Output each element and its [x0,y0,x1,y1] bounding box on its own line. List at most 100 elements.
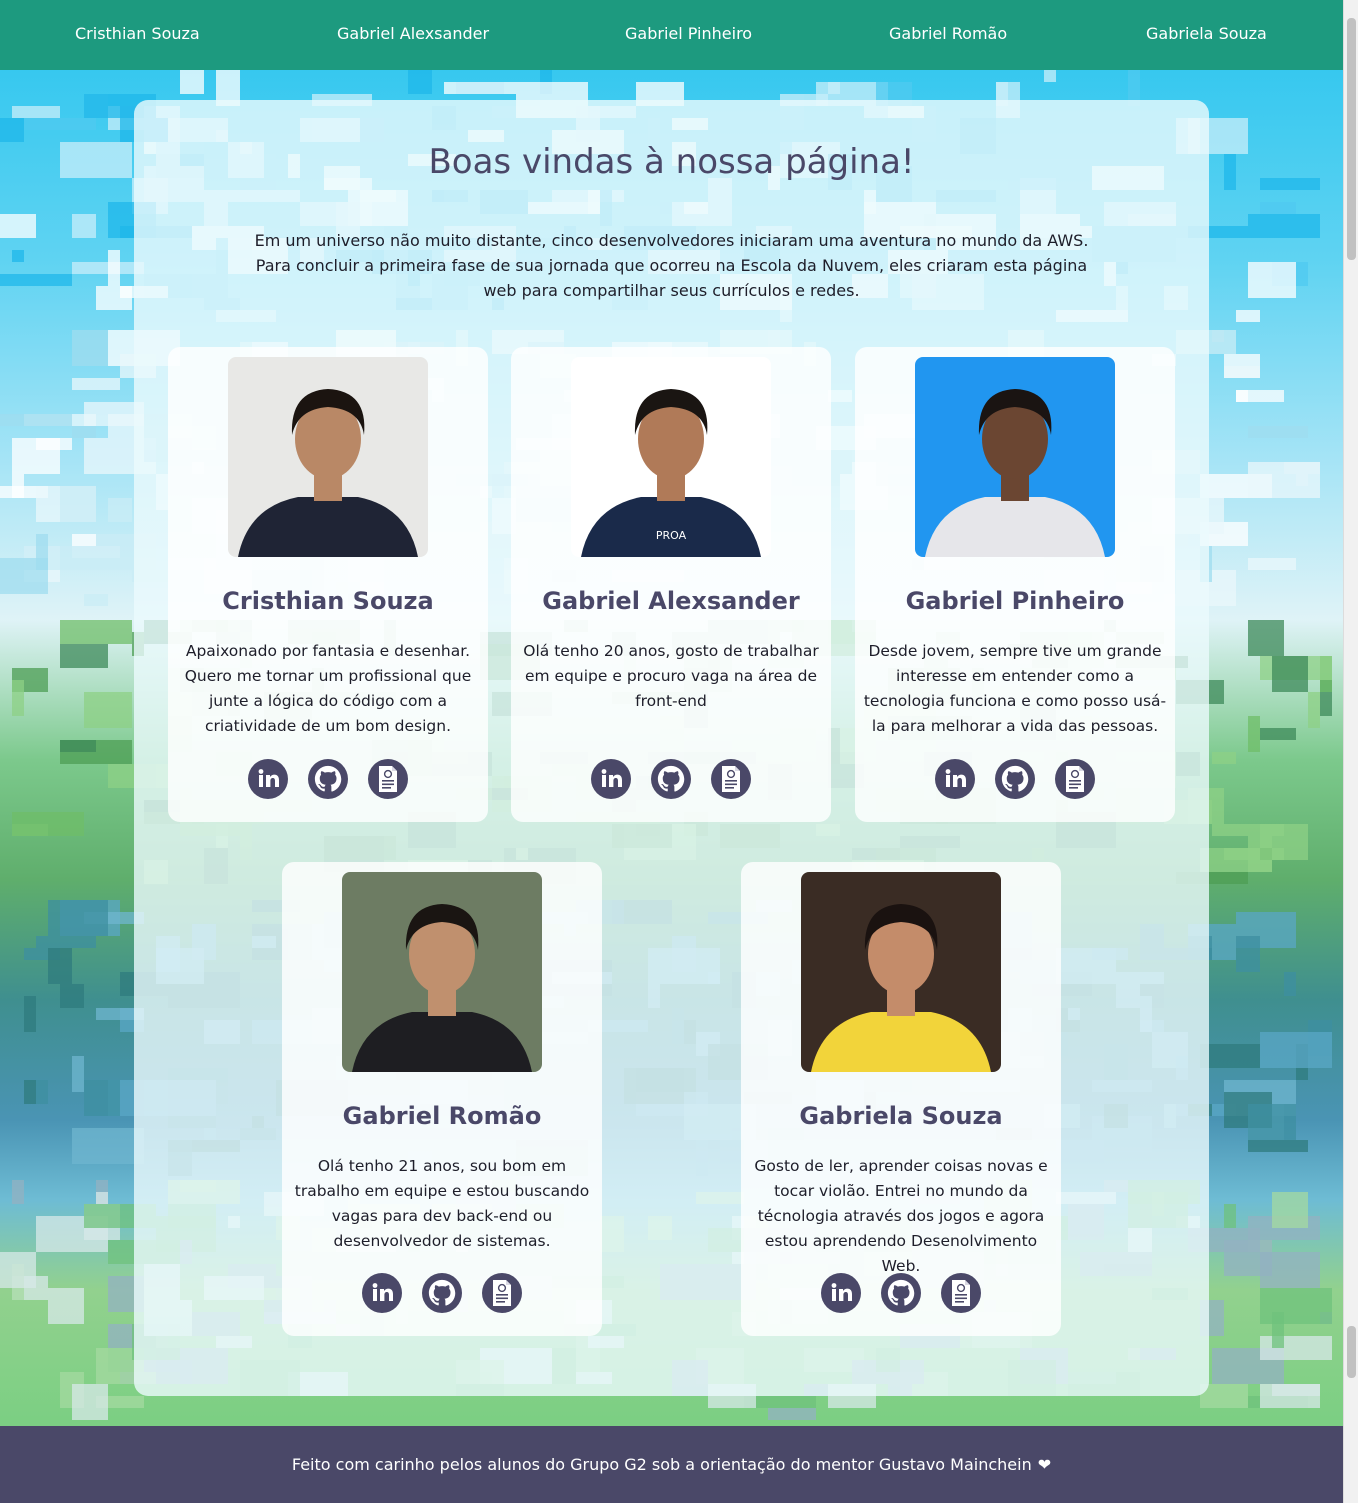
page-scrollbar[interactable] [1343,0,1358,1503]
pixel-block [1200,1044,1260,1068]
pixel-block [72,214,96,238]
linkedin-icon [255,766,281,792]
github-link[interactable] [881,1273,921,1313]
linkedin-icon [369,1280,395,1306]
pixel-block [24,1080,36,1104]
pixel-block [60,644,108,668]
resume-link[interactable] [1055,759,1095,799]
resume-link[interactable] [941,1273,981,1313]
pixel-block [1248,1140,1308,1152]
pixel-block [444,82,516,94]
pixel-block [72,426,96,438]
pixel-block [1248,716,1260,752]
social-links [855,759,1175,799]
heart-icon: ❤ [1037,1455,1052,1474]
pixel-block [1224,154,1236,190]
social-links [168,759,488,799]
pixel-block [1248,426,1308,438]
pixel-block [1272,656,1308,692]
pixel-block [1248,462,1320,498]
intro-text: Em um universo não muito distante, cinco… [254,231,1089,300]
pixel-block [1044,70,1056,82]
pixel-block [12,106,60,118]
pixel-block [408,70,432,94]
pixel-block [1248,558,1296,570]
linkedin-link[interactable] [591,759,631,799]
linkedin-link[interactable] [821,1273,861,1313]
pixel-block [36,1080,48,1104]
resume-link[interactable] [368,759,408,799]
profile-photo [801,872,1001,1072]
pixel-block [72,534,96,546]
github-link[interactable] [651,759,691,799]
resume-link[interactable] [711,759,751,799]
page-title: Boas vindas à nossa página! [428,142,915,182]
pixel-block [36,936,96,948]
linkedin-link[interactable] [362,1273,402,1313]
pixel-block [48,948,72,984]
github-icon [886,1278,916,1308]
pixel-block [0,414,72,426]
pixel-block [1284,972,1296,996]
resume-icon [490,1279,514,1307]
linkedin-link[interactable] [935,759,975,799]
pixel-block [12,250,24,262]
social-links [511,759,831,799]
github-link[interactable] [995,759,1035,799]
social-links [741,1273,1061,1313]
pixel-block [72,378,120,390]
pixel-block [180,70,204,94]
pixel-block [1260,1252,1320,1288]
footer: Feito com carinho pelos alunos do Grupo … [0,1426,1343,1503]
pixel-block [1272,1192,1308,1228]
profile-name: Cristhian Souza [222,587,434,615]
pixel-block [1260,1032,1332,1068]
nav-link-gabriel-pinheiro[interactable]: Gabriel Pinheiro [625,24,752,43]
pixel-block [96,1192,108,1204]
nav-link-gabriela[interactable]: Gabriela Souza [1146,24,1267,43]
github-icon [313,764,343,794]
profile-bio: Gosto de ler, aprender coisas novas e to… [754,1157,1048,1275]
github-link[interactable] [308,759,348,799]
github-icon [1000,764,1030,794]
portrait-illustration: PROA [581,389,761,557]
portrait-illustration [238,389,418,557]
nav-link-cristhian[interactable]: Cristhian Souza [75,24,200,43]
portrait-illustration [352,904,532,1072]
profile-name: Gabriel Pinheiro [905,587,1125,615]
pixel-block [1248,620,1284,656]
github-link[interactable] [422,1273,462,1313]
pixel-block [1248,214,1320,238]
pixel-block [48,1288,84,1324]
linkedin-link[interactable] [248,759,288,799]
scrollbar-thumb[interactable] [1347,1326,1356,1378]
resume-link[interactable] [482,1273,522,1313]
pixel-block [84,1080,120,1116]
pixel-block [1308,692,1320,728]
pixel-block [24,118,96,130]
pixel-block [1260,202,1296,214]
profile-photo [228,357,428,557]
pixel-block [768,1408,816,1420]
footer-text: Feito com carinho pelos alunos do Grupo … [291,1455,1032,1474]
pixel-block [60,142,132,178]
portrait-illustration [925,389,1105,557]
pixel-block [48,900,108,936]
social-links [282,1273,602,1313]
scrollbar-thumb-upper[interactable] [1347,18,1356,260]
profile-bio: Olá tenho 21 anos, sou bom em trabalho e… [294,1157,590,1250]
github-icon [656,764,686,794]
resume-icon [376,765,400,793]
pixel-block [60,740,96,752]
top-nav: Cristhian Souza Gabriel Alexsander Gabri… [0,0,1343,70]
pixel-block [1260,1288,1332,1324]
pixel-block [12,680,24,716]
pixel-block [24,996,36,1032]
github-icon [427,1278,457,1308]
pixel-block [1272,1384,1320,1396]
nav-link-gabriel-romao[interactable]: Gabriel Romão [889,24,1007,43]
profile-photo [915,357,1115,557]
profile-card: Cristhian Souza Apaixonado por fantasia … [168,347,488,822]
nav-link-gabriel-alexsander[interactable]: Gabriel Alexsander [337,24,489,43]
pixel-block [1272,1312,1284,1348]
